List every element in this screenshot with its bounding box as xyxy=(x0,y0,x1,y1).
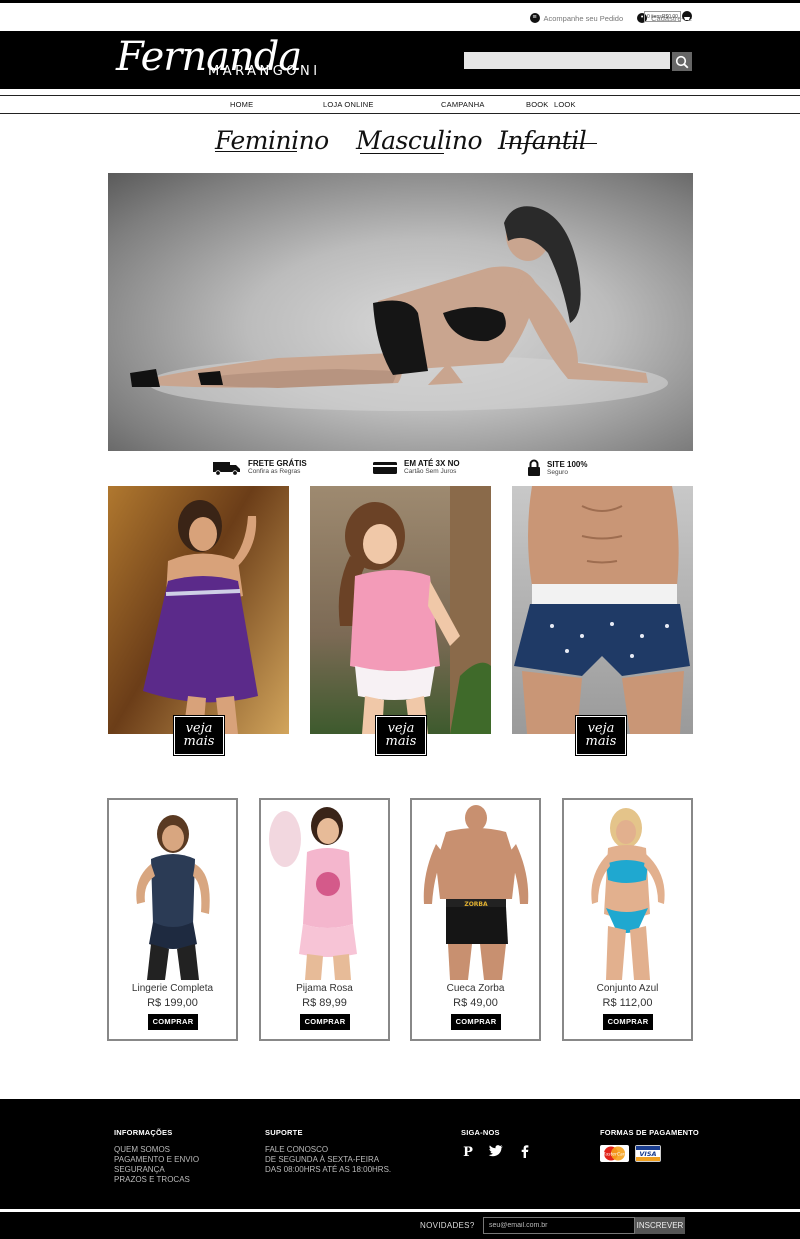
footer-support-title: SUPORTE xyxy=(265,1128,303,1137)
divider xyxy=(215,151,297,152)
visa-icon: VISA xyxy=(635,1145,661,1162)
benefit-installments: EM ATÉ 3X NO Cartão Sem Juros xyxy=(372,459,460,476)
divider xyxy=(505,143,597,144)
cart-summary[interactable]: 0 itens R$0,00 xyxy=(644,11,681,22)
newsletter-bar: NOVIDADES? INSCREVER xyxy=(0,1212,800,1239)
svg-text:P: P xyxy=(463,1145,473,1158)
search-button[interactable] xyxy=(672,52,692,71)
product-image[interactable] xyxy=(113,804,232,980)
search-icon xyxy=(675,55,689,68)
product-price: R$ 199,00 xyxy=(147,997,198,1009)
footer-social-title: SIGA-NOS xyxy=(461,1128,500,1137)
facebook-icon[interactable] xyxy=(518,1144,532,1158)
benefit-free-shipping[interactable]: FRETE GRÁTIS Confira as Regras xyxy=(212,459,307,476)
category-photo xyxy=(143,500,258,734)
category-masculino[interactable]: Masculino xyxy=(356,126,483,155)
visa-label: VISA xyxy=(639,1150,656,1158)
link-pagamento-envio[interactable]: PAGAMENTO E ENVIO xyxy=(114,1155,199,1165)
delivery-truck-icon xyxy=(213,461,240,476)
footer: INFORMAÇÕES QUEM SOMOS PAGAMENTO E ENVIO… xyxy=(0,1099,800,1209)
nav-book[interactable]: BOOK xyxy=(526,100,548,109)
buy-button[interactable]: COMPRAR xyxy=(451,1014,501,1030)
nav-loja-online[interactable]: LOJA ONLINE xyxy=(323,100,374,109)
product-name[interactable]: Pijama Rosa xyxy=(261,983,388,994)
veja-mais-button-masculino[interactable]: veja mais xyxy=(575,715,627,756)
footer-info-links: QUEM SOMOS PAGAMENTO E ENVIO SEGURANÇA P… xyxy=(114,1145,199,1185)
veja-mais-button-feminino[interactable]: veja mais xyxy=(173,715,225,756)
newsletter-label: NOVIDADES? xyxy=(420,1221,475,1230)
pinterest-icon[interactable]: P xyxy=(461,1144,475,1160)
category-card-infantil[interactable] xyxy=(310,486,491,734)
nav-campanha[interactable]: CAMPANHA xyxy=(441,100,485,109)
veja-mais-button-infantil[interactable]: veja mais xyxy=(375,715,427,756)
main-nav: HOME LOJA ONLINE CAMPANHA BOOK LOOK xyxy=(0,95,800,114)
track-order-link[interactable]: ≡ Acompanhe seu Pedido xyxy=(529,13,624,23)
buy-button[interactable]: COMPRAR xyxy=(148,1014,198,1030)
footer-payment-title: FORMAS DE PAGAMENTO xyxy=(600,1128,699,1137)
top-border xyxy=(0,0,800,3)
mais-label: mais xyxy=(585,734,617,749)
nav-look[interactable]: LOOK xyxy=(554,100,576,109)
hero-photo xyxy=(130,206,668,411)
cart-total: R$0,00 xyxy=(661,13,678,20)
cart-icon[interactable] xyxy=(682,11,692,23)
product-card[interactable]: Lingerie Completa R$ 199,00 COMPRAR xyxy=(107,798,238,1041)
product-price: R$ 89,99 xyxy=(302,997,347,1009)
buy-button[interactable]: COMPRAR xyxy=(300,1014,350,1030)
newsletter-email-input[interactable] xyxy=(483,1217,635,1234)
product-image[interactable] xyxy=(568,804,687,980)
product-price: R$ 49,00 xyxy=(453,997,498,1009)
benefit-subtitle: Seguro xyxy=(547,468,568,476)
newsletter-subscribe-button[interactable]: INSCREVER xyxy=(635,1217,685,1234)
divider xyxy=(360,153,444,154)
benefit-subtitle: Cartão Sem Juros xyxy=(404,468,457,475)
category-card-masculino[interactable] xyxy=(512,486,693,734)
twitter-icon[interactable] xyxy=(488,1144,504,1158)
brand-subtitle: MARANGONI xyxy=(208,64,321,79)
benefit-title: EM ATÉ 3X NO xyxy=(404,459,460,468)
benefit-title: SITE 100% xyxy=(547,459,588,469)
product-card[interactable]: Conjunto Azul R$ 112,00 COMPRAR xyxy=(562,798,693,1041)
footer-info-title: INFORMAÇÕES xyxy=(114,1128,173,1137)
link-seguranca[interactable]: SEGURANÇA xyxy=(114,1165,199,1175)
padlock-icon xyxy=(528,459,540,476)
footer-support-info: FALE CONOSCO DE SEGUNDA À SEXTA-FEIRA DA… xyxy=(265,1145,391,1175)
header: Fernanda MARANGONI xyxy=(0,31,800,89)
category-photo xyxy=(338,486,491,734)
product-card[interactable]: Pijama Rosa R$ 89,99 COMPRAR xyxy=(259,798,390,1041)
product-name[interactable]: Conjunto Azul xyxy=(564,983,691,994)
nav-home[interactable]: HOME xyxy=(230,100,253,109)
benefit-subtitle: Confira as Regras xyxy=(248,468,301,475)
cart-items: 0 itens xyxy=(647,13,662,20)
hero-banner[interactable] xyxy=(108,173,693,451)
product-card[interactable]: ZORBA Cueca Zorba R$ 49,00 COMPRAR xyxy=(410,798,541,1041)
product-name[interactable]: Lingerie Completa xyxy=(109,983,236,994)
category-photo xyxy=(514,486,690,734)
buy-button[interactable]: COMPRAR xyxy=(603,1014,653,1030)
category-card-feminino[interactable] xyxy=(108,486,289,734)
benefit-title: FRETE GRÁTIS xyxy=(248,459,307,468)
product-image[interactable] xyxy=(265,804,384,980)
product-name[interactable]: Cueca Zorba xyxy=(412,983,539,994)
product-print: ZORBA xyxy=(464,901,488,908)
product-price: R$ 112,00 xyxy=(602,997,653,1009)
mais-label: mais xyxy=(385,734,417,749)
link-quem-somos[interactable]: QUEM SOMOS xyxy=(114,1145,199,1155)
product-image[interactable]: ZORBA xyxy=(416,804,535,980)
link-prazos-trocas[interactable]: PRAZOS E TROCAS xyxy=(114,1175,199,1185)
mais-label: mais xyxy=(183,734,215,749)
mastercard-label: MasterCard xyxy=(602,1152,628,1158)
support-hours: DAS 08:00HRS ATÉ AS 18:00HRS. xyxy=(265,1165,392,1174)
support-days: DE SEGUNDA À SEXTA-FEIRA xyxy=(265,1155,380,1164)
mastercard-icon: MasterCard xyxy=(600,1145,629,1162)
link-fale-conosco[interactable]: FALE CONOSCO xyxy=(265,1145,391,1155)
track-order-label: Acompanhe seu Pedido xyxy=(543,13,624,23)
search-input[interactable] xyxy=(464,52,670,69)
category-infantil[interactable]: Infantil xyxy=(498,126,587,155)
benefit-secure-site: SITE 100% Seguro xyxy=(527,459,587,477)
credit-card-icon xyxy=(373,461,397,474)
list-icon: ≡ xyxy=(529,13,540,23)
